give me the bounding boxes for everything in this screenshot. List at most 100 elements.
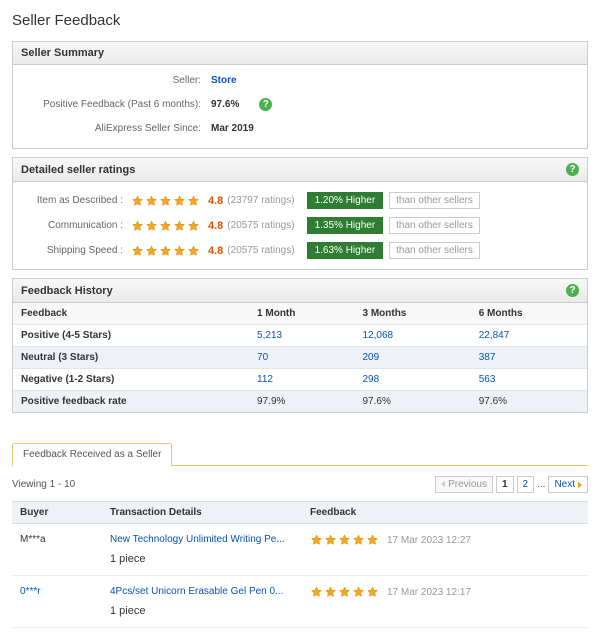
pagination-prev[interactable]: Previous [435, 476, 493, 493]
rating-label: Item as Described : [21, 195, 131, 206]
feedback-row: 0***r4Pcs/set Unicorn Erasable Gel Pen 0… [12, 576, 588, 628]
rating-score: 4.8 [208, 195, 223, 207]
feedback-product-link[interactable]: 4Pcs/set Unicorn Erasable Gel Pen 0... [110, 586, 290, 597]
history-cell: 209 [354, 347, 470, 369]
star-icon [159, 220, 172, 232]
star-icon [131, 220, 144, 232]
page-title: Seller Feedback [12, 12, 588, 29]
history-row: Negative (1-2 Stars) 112 298 563 [13, 369, 587, 391]
feedback-transaction: 4Pcs/set Unicorn Erasable Gel Pen 0...1 … [102, 576, 302, 628]
feedback-date: 17 Mar 2023 12:27 [387, 535, 471, 546]
star-icon [352, 534, 365, 546]
stars [131, 220, 200, 232]
history-col-feedback: Feedback [13, 303, 249, 325]
tab-feedback-as-seller[interactable]: Feedback Received as a Seller [12, 443, 172, 466]
seller-summary-title: Seller Summary [21, 47, 104, 59]
star-icon [310, 586, 323, 598]
help-icon[interactable]: ? [566, 163, 579, 176]
feedback-history-table: Feedback 1 Month 3 Months 6 Months Posit… [13, 303, 587, 412]
chevron-left-icon [441, 481, 445, 487]
rating-count: (20575 ratings) [227, 220, 294, 231]
star-icon [131, 245, 144, 257]
rating-vs-others: than other sellers [389, 192, 480, 209]
star-icon [352, 586, 365, 598]
history-cell: 5,213 [249, 325, 354, 347]
rating-badge-higher: 1.35% Higher [307, 217, 384, 234]
history-link[interactable]: 112 [257, 374, 273, 385]
pagination: Previous 1 2 ... Next [435, 476, 588, 493]
positive-feedback-value: 97.6% [211, 99, 239, 110]
feedback-buyer[interactable]: 0***r [12, 576, 102, 628]
pagination-page-1[interactable]: 1 [496, 476, 514, 493]
seller-since-value: Mar 2019 [211, 123, 254, 134]
seller-summary-panel: Seller Summary Seller: Store Positive Fe… [12, 41, 588, 149]
history-link[interactable]: 70 [257, 352, 268, 363]
star-icon [310, 534, 323, 546]
history-link[interactable]: 209 [362, 352, 379, 363]
help-icon[interactable]: ? [566, 284, 579, 297]
history-row-label: Positive feedback rate [13, 391, 249, 413]
history-cell: 298 [354, 369, 470, 391]
rating-label: Shipping Speed : [21, 245, 131, 256]
history-link[interactable]: 563 [479, 374, 496, 385]
history-col-3months: 3 Months [354, 303, 470, 325]
star-icon [173, 195, 186, 207]
rating-row: Item as Described :4.8(23797 ratings)1.2… [21, 188, 579, 213]
pagination-ellipsis: ... [537, 479, 545, 490]
star-icon [159, 245, 172, 257]
seller-store-link[interactable]: Store [211, 75, 237, 86]
seller-summary-header: Seller Summary [13, 42, 587, 65]
star-icon [131, 195, 144, 207]
history-link[interactable]: 22,847 [479, 330, 510, 341]
rating-score: 4.8 [208, 245, 223, 257]
star-icon [187, 245, 200, 257]
stars [310, 586, 379, 598]
history-cell: 387 [471, 347, 587, 369]
history-link[interactable]: 5,213 [257, 330, 282, 341]
history-link[interactable]: 12,068 [362, 330, 393, 341]
detailed-ratings-body: Item as Described :4.8(23797 ratings)1.2… [13, 182, 587, 269]
star-icon [145, 245, 158, 257]
rating-row: Communication :4.8(20575 ratings)1.35% H… [21, 213, 579, 238]
fb-col-trans: Transaction Details [102, 502, 302, 524]
history-row-label: Neutral (3 Stars) [13, 347, 249, 369]
feedback-rating-cell: 17 Mar 2023 12:27 [302, 524, 588, 576]
help-icon[interactable]: ? [259, 98, 272, 111]
seller-summary-body: Seller: Store Positive Feedback (Past 6 … [13, 65, 587, 148]
feedback-list-table: Buyer Transaction Details Feedback M***a… [12, 501, 588, 628]
star-icon [187, 220, 200, 232]
rating-count: (20575 ratings) [227, 245, 294, 256]
feedback-tabs: Feedback Received as a Seller [12, 443, 588, 466]
stars [131, 245, 200, 257]
viewing-bar: Viewing 1 - 10 Previous 1 2 ... Next [12, 466, 588, 501]
fb-col-feedback: Feedback [302, 502, 588, 524]
star-icon [173, 220, 186, 232]
history-cell: 97.9% [249, 391, 354, 413]
history-cell: 97.6% [471, 391, 587, 413]
detailed-ratings-title: Detailed seller ratings [21, 164, 135, 176]
history-row: Positive (4-5 Stars)5,21312,06822,847 [13, 325, 587, 347]
history-row-label: Negative (1-2 Stars) [13, 369, 249, 391]
rating-row: Shipping Speed :4.8(20575 ratings)1.63% … [21, 238, 579, 263]
rating-vs-others: than other sellers [389, 242, 480, 259]
viewing-range: Viewing 1 - 10 [12, 479, 75, 490]
stars [310, 534, 379, 546]
history-link[interactable]: 298 [362, 374, 379, 385]
star-icon [338, 534, 351, 546]
feedback-history-header: Feedback History ? [13, 279, 587, 303]
feedback-date: 17 Mar 2023 12:17 [387, 587, 471, 598]
star-icon [145, 195, 158, 207]
detailed-ratings-panel: Detailed seller ratings ? Item as Descri… [12, 157, 588, 270]
pagination-next[interactable]: Next [548, 476, 588, 493]
stars [131, 195, 200, 207]
star-icon [366, 534, 379, 546]
feedback-buyer[interactable]: M***a [12, 524, 102, 576]
pagination-prev-label: Previous [448, 479, 487, 490]
feedback-transaction: New Technology Unlimited Writing Pe...1 … [102, 524, 302, 576]
positive-feedback-label: Positive Feedback (Past 6 months): [21, 99, 211, 110]
pagination-page-2[interactable]: 2 [517, 476, 535, 493]
star-icon [366, 586, 379, 598]
feedback-rating-cell: 17 Mar 2023 12:17 [302, 576, 588, 628]
star-icon [338, 586, 351, 598]
history-link[interactable]: 387 [479, 352, 496, 363]
